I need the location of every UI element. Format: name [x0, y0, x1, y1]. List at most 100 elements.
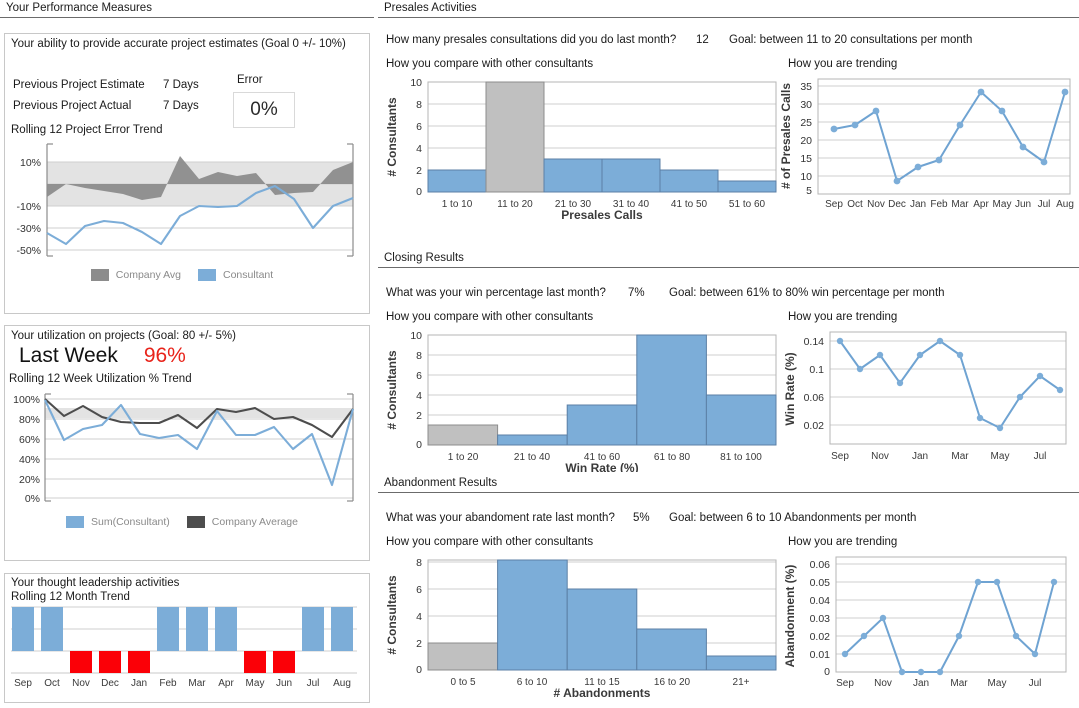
error-value-box: 0%: [233, 92, 295, 128]
thought-bar: [215, 607, 237, 651]
histogram-bar: [717, 180, 777, 193]
winrate-hist-xtick: 1 to 20: [448, 452, 479, 463]
presales-trend-ytick: 15: [800, 153, 812, 165]
presales-trend-ytick: 5: [806, 185, 812, 197]
legend-swatch-company-average: [186, 516, 205, 528]
error-trend-label: Rolling 12 Project Error Trend: [11, 124, 163, 136]
presales-trend-xtick: Jun: [1015, 199, 1031, 210]
util-ytick-100: 100%: [13, 394, 40, 406]
utilization-metric-value: 96%: [143, 344, 186, 367]
legend-label-sum-consultant: Sum(Consultant): [91, 516, 170, 528]
histogram-bar: [427, 169, 487, 193]
legend-swatch-sum-consultant: [66, 516, 84, 528]
histogram-bar: [636, 334, 707, 446]
abandonment-hist-ytick: 4: [416, 611, 422, 623]
presales-trend-ytick: 30: [800, 99, 812, 111]
presales-compare-label: How you compare with other consultants: [386, 58, 594, 70]
histogram-bar: [659, 169, 719, 193]
util-ytick-20: 20%: [19, 474, 40, 486]
presales-trend-xtick: Oct: [847, 199, 863, 210]
presales-hist-ytick: 4: [416, 143, 422, 155]
abandonment-hist-xtick: 16 to 20: [654, 677, 691, 688]
abandonment-hist-ytick: 6: [416, 584, 422, 596]
abandonment-hist-xtick: 21+: [733, 677, 750, 688]
abandonment-hist-ylabel: # Consultants: [385, 575, 399, 655]
utilization-trend-chart: 100% 80% 60% 40% 20% 0%: [13, 393, 355, 505]
winrate-trend-points: [836, 337, 1064, 432]
panel-utilization: Your utilization on projects (Goal: 80 +…: [4, 325, 370, 561]
winrate-trend-xtick: Sep: [831, 451, 849, 462]
thought-bar: [99, 651, 121, 673]
thought-xtick: Sep: [14, 678, 32, 689]
legend-label-company-average: Company Average: [211, 516, 298, 528]
abandonment-hist-xtick: 0 to 5: [450, 677, 475, 688]
presales-trend-xtick: Dec: [888, 199, 906, 210]
estimates-title: Your ability to provide accurate project…: [11, 38, 346, 50]
presales-hist-xtick: 11 to 20: [497, 199, 533, 210]
presales-section: Presales Activities How many presales co…: [378, 0, 1079, 219]
thought-bar: [273, 651, 295, 673]
error-ytick-n30: -30%: [16, 223, 41, 235]
actual-label: Previous Project Actual: [13, 99, 132, 112]
winrate-histogram-chart: 10 8 6 4 2 0 # Consultants 1 to 20 21 to…: [385, 330, 777, 472]
utilization-title: Your utilization on projects (Goal: 80 +…: [11, 330, 236, 342]
legend-label-consultant: Consultant: [222, 269, 274, 281]
legend-label-company-avg: Company Avg: [115, 269, 181, 281]
presales-trend-ytick: 25: [800, 117, 812, 129]
presales-trend-xtick: Nov: [867, 199, 885, 210]
abandonment-hist-ytick: 2: [416, 638, 422, 650]
winrate-hist-ytick: 10: [410, 330, 422, 342]
presales-trend-xtick: Jan: [910, 199, 926, 210]
utilization-legend: Sum(Consultant) Company Average: [5, 516, 369, 528]
histogram-bar: [566, 588, 638, 671]
histogram-bar: [601, 158, 661, 193]
presales-question: How many presales consultations did you …: [386, 34, 677, 46]
thought-bar: [41, 607, 63, 651]
abandonment-trending-label: How you are trending: [788, 536, 898, 548]
util-ytick-40: 40%: [19, 454, 40, 466]
util-ytick-60: 60%: [19, 434, 40, 446]
utilization-metric-label: Last Week: [19, 344, 118, 367]
abandonment-trend-xtick: Sep: [836, 678, 854, 689]
winrate-trend-xtick: Mar: [951, 451, 969, 462]
util-ytick-0: 0%: [25, 493, 40, 505]
thought-xtick: May: [246, 678, 265, 689]
histogram-bar: [543, 158, 603, 193]
panel-project-estimates: Your ability to provide accurate project…: [4, 33, 370, 314]
winrate-trend-xtick: May: [991, 451, 1010, 462]
winrate-trend-ytick: 0.02: [804, 420, 825, 432]
thought-bar: [157, 607, 179, 651]
presales-hist-xlabel: Presales Calls: [561, 208, 643, 219]
presales-trending-label: How you are trending: [788, 58, 898, 70]
presales-trend-ytick: 10: [800, 171, 812, 183]
abandonment-compare-label: How you compare with other consultants: [386, 536, 594, 548]
histogram-bar-highlighted: [427, 424, 499, 446]
winrate-hist-xlabel: Win Rate (%): [565, 461, 638, 472]
abandonment-trend-ylabel: Abandonment (%): [783, 565, 797, 668]
thought-trend-label: Rolling 12 Month Trend: [11, 591, 130, 603]
winrate-hist-ytick: 8: [416, 350, 422, 362]
abandonment-hist-xtick: 6 to 10: [517, 677, 548, 688]
presales-trend-xtick: Jul: [1038, 199, 1051, 210]
closing-compare-label: How you compare with other consultants: [386, 311, 594, 323]
thought-xtick: Mar: [188, 678, 206, 689]
left-section-header: Your Performance Measures: [0, 0, 374, 18]
closing-goal: Goal: between 61% to 80% win percentage …: [669, 287, 945, 299]
error-ytick-n10: -10%: [16, 201, 41, 213]
presales-hist-xtick: 1 to 10: [442, 199, 473, 210]
presales-hist-ytick: 2: [416, 165, 422, 177]
presales-trend-xtick: Apr: [973, 199, 989, 210]
presales-hist-ytick: 6: [416, 121, 422, 133]
right-column: Presales Activities How many presales co…: [378, 0, 1079, 708]
presales-trend-ylabel: # of Presales Calls: [779, 83, 793, 189]
thought-xtick: Oct: [44, 678, 60, 689]
estimate-label: Previous Project Estimate: [13, 78, 145, 91]
abandonment-hist-xlabel: # Abandonments: [554, 686, 651, 697]
abandonment-trend-xtick: Jan: [913, 678, 929, 689]
presales-goal: Goal: between 11 to 20 consultations per…: [729, 34, 973, 46]
presales-header: Presales Activities: [378, 0, 1079, 18]
winrate-hist-xtick: 61 to 80: [654, 452, 691, 463]
abandonment-question: What was your abandoment rate last month…: [386, 512, 615, 524]
thought-xtick: Apr: [218, 678, 234, 689]
actual-value: 7 Days: [163, 99, 199, 112]
